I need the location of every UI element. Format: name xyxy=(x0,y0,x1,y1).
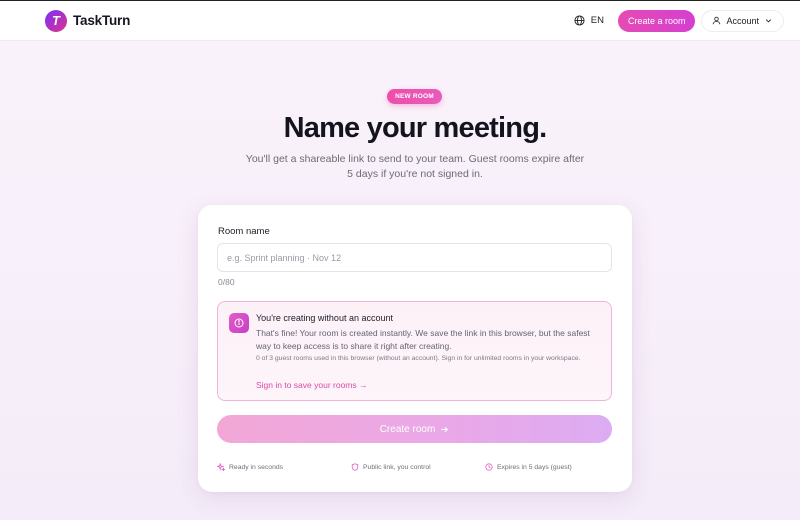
room-name-label: Room name xyxy=(218,226,270,237)
create-room-card: Room name 0/80 You're creating without a… xyxy=(198,205,632,492)
account-label: Account xyxy=(726,15,759,26)
sign-in-link[interactable]: Sign in to save your rooms → xyxy=(256,380,368,390)
account-button[interactable]: Account xyxy=(701,9,784,32)
notice-title: You're creating without an account xyxy=(256,313,393,323)
top-bar: T TaskTurn EN Create a room Account xyxy=(0,0,800,40)
feature-expiry: Expires in 5 days (guest) xyxy=(485,463,572,471)
create-room-header-button[interactable]: Create a room xyxy=(617,9,696,32)
info-icon xyxy=(234,318,244,328)
create-room-button[interactable]: Create room xyxy=(217,415,612,443)
info-badge xyxy=(229,313,249,333)
room-name-input[interactable] xyxy=(217,243,612,272)
shield-icon xyxy=(351,463,359,471)
language-selector[interactable]: EN xyxy=(574,15,604,26)
create-room-button-label: Create room xyxy=(379,423,436,435)
guest-notice: You're creating without an account That'… xyxy=(217,301,612,401)
arrow-right-icon xyxy=(441,426,449,432)
clock-icon xyxy=(485,463,493,471)
language-label: EN xyxy=(590,15,604,26)
chevron-down-icon xyxy=(765,19,772,23)
page-subtitle: You'll get a shareable link to send to y… xyxy=(245,153,585,180)
character-counter: 0/80 xyxy=(218,277,235,287)
guest-room-quota: 0 of 3 guest rooms used in this browser … xyxy=(256,355,581,362)
globe-icon xyxy=(574,15,585,26)
new-room-badge: NEW ROOM xyxy=(387,89,442,104)
page-title: Name your meeting. xyxy=(283,112,548,144)
feature-public-link: Public link, you control xyxy=(351,463,431,471)
feature-ready: Ready in seconds xyxy=(217,463,283,471)
sparkle-icon xyxy=(217,463,225,471)
feature-list: Ready in seconds Public link, you contro… xyxy=(217,463,612,475)
notice-body: That's fine! Your room is created instan… xyxy=(256,328,590,351)
brand-name[interactable]: TaskTurn xyxy=(73,13,130,28)
logo-icon[interactable]: T xyxy=(45,9,67,32)
user-icon xyxy=(713,16,721,25)
